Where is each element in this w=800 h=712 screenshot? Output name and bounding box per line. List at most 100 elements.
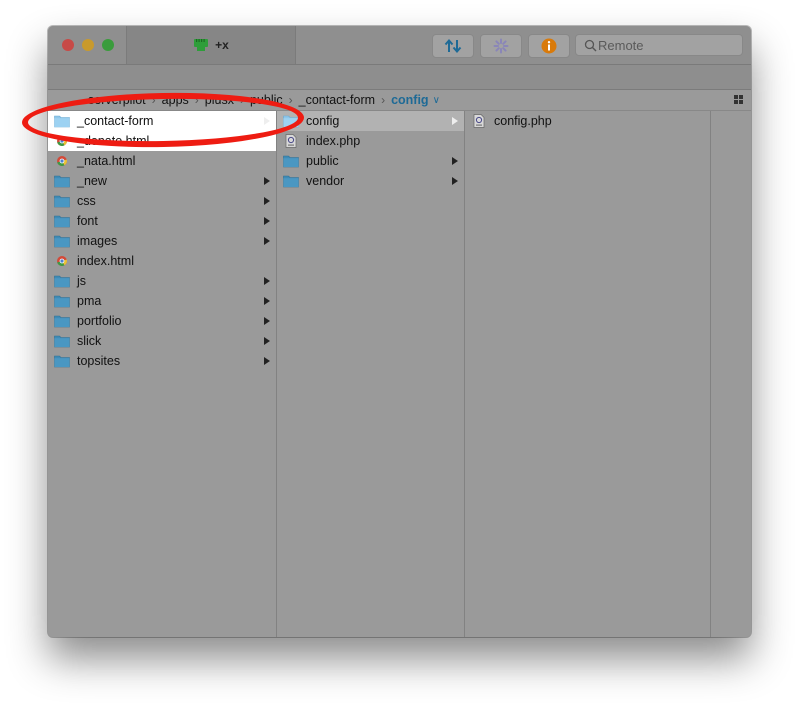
folder-row[interactable]: slick <box>48 331 276 351</box>
folder-row[interactable]: js <box>48 271 276 291</box>
ethernet-plug-icon <box>194 39 209 51</box>
item-name: _new <box>77 174 107 188</box>
item-name: topsites <box>77 354 121 368</box>
folder-row[interactable]: public <box>277 151 464 171</box>
chrome-html-file-icon <box>57 256 68 266</box>
file-row[interactable]: _nata.html <box>48 151 276 171</box>
arrows-up-down-icon <box>444 38 462 54</box>
folder-row[interactable]: _contact-form <box>48 111 276 131</box>
disclosure-arrow-icon <box>264 337 270 345</box>
ftp-client-window: +x Remote serverpilot › apps › plusx › p… <box>48 26 751 637</box>
spinner-icon <box>493 38 509 54</box>
minimize-button[interactable] <box>82 39 94 51</box>
item-name: js <box>77 274 87 288</box>
item-name: _contact-form <box>77 114 154 128</box>
activity-button[interactable] <box>480 34 522 58</box>
item-name: _nata.html <box>77 154 136 168</box>
disclosure-arrow-icon <box>264 237 270 245</box>
folder-row[interactable]: _new <box>48 171 276 191</box>
folder-icon <box>54 215 70 228</box>
folder-icon <box>54 175 70 188</box>
close-button[interactable] <box>62 39 74 51</box>
item-name: public <box>306 154 339 168</box>
breadcrumb-item[interactable]: plusx <box>205 93 234 107</box>
item-name: config <box>306 114 340 128</box>
disclosure-arrow-icon <box>264 297 270 305</box>
chevron-right-icon: › <box>151 93 156 107</box>
disclosure-arrow-icon <box>264 197 270 205</box>
folder-icon <box>54 335 70 348</box>
folder-icon <box>54 355 70 368</box>
folder-row[interactable]: images <box>48 231 276 251</box>
folder-row[interactable]: pma <box>48 291 276 311</box>
folder-icon <box>283 175 299 188</box>
column-1: _contact-form _donate.html _nata.html _n… <box>48 111 277 637</box>
search-icon <box>584 39 597 52</box>
secondary-toolbar <box>48 65 751 90</box>
column-4 <box>711 111 751 637</box>
breadcrumb-item[interactable]: serverpilot <box>88 93 146 107</box>
file-row[interactable]: _donate.html <box>48 131 276 151</box>
disclosure-arrow-icon <box>452 177 458 185</box>
chrome-html-file-icon <box>57 156 68 166</box>
folder-icon <box>54 275 70 288</box>
sync-button[interactable] <box>432 34 474 58</box>
folder-icon <box>283 155 299 168</box>
maximize-button[interactable] <box>102 39 114 51</box>
breadcrumb-current[interactable]: config <box>391 93 429 107</box>
breadcrumb: serverpilot › apps › plusx › public › _c… <box>48 90 751 111</box>
item-name: font <box>77 214 98 228</box>
search-placeholder: Remote <box>598 37 644 53</box>
disclosure-arrow-icon <box>264 217 270 225</box>
disclosure-arrow-icon <box>264 177 270 185</box>
folder-row[interactable]: config <box>277 111 464 131</box>
disclosure-arrow-icon <box>264 277 270 285</box>
folder-icon <box>54 315 70 328</box>
breadcrumb-item[interactable]: public <box>250 93 283 107</box>
item-name: vendor <box>306 174 345 188</box>
folder-row[interactable]: portfolio <box>48 311 276 331</box>
file-row[interactable]: index.php <box>277 131 464 151</box>
item-name: pma <box>77 294 102 308</box>
file-row[interactable]: config.php <box>465 111 710 131</box>
item-name: index.php <box>306 134 361 148</box>
chevron-right-icon: › <box>288 93 293 107</box>
disclosure-arrow-icon <box>264 117 270 125</box>
php-file-icon <box>285 134 297 148</box>
folder-row[interactable]: font <box>48 211 276 231</box>
folder-icon <box>54 295 70 308</box>
folder-icon <box>54 115 70 128</box>
info-icon <box>541 38 557 54</box>
info-button[interactable] <box>528 34 570 58</box>
folder-icon <box>54 195 70 208</box>
item-name: config.php <box>494 114 552 128</box>
chevron-down-icon[interactable]: ∨ <box>433 95 440 106</box>
connection-tab[interactable]: +x <box>126 26 296 64</box>
tab-label: +x <box>215 38 229 52</box>
chrome-html-file-icon <box>57 136 68 146</box>
file-row[interactable]: index.html <box>48 251 276 271</box>
folder-icon <box>54 235 70 248</box>
php-file-icon <box>473 114 485 128</box>
disclosure-arrow-icon <box>264 317 270 325</box>
chevron-right-icon: › <box>381 93 386 107</box>
folder-row[interactable]: topsites <box>48 351 276 371</box>
folder-icon <box>283 115 299 128</box>
chevron-right-icon: › <box>239 93 244 107</box>
disclosure-arrow-icon <box>452 157 458 165</box>
disclosure-arrow-icon <box>264 357 270 365</box>
view-grid-icon[interactable] <box>734 95 743 104</box>
disclosure-arrow-icon <box>452 117 458 125</box>
column-2: config index.php public vendor <box>277 111 465 637</box>
item-name: _donate.html <box>77 134 150 148</box>
breadcrumb-item[interactable]: _contact-form <box>299 93 375 107</box>
item-name: slick <box>77 334 102 348</box>
item-name: images <box>77 234 118 248</box>
chevron-right-icon: › <box>194 93 199 107</box>
remote-search-input[interactable]: Remote <box>575 34 743 56</box>
item-name: index.html <box>77 254 134 268</box>
folder-row[interactable]: css <box>48 191 276 211</box>
folder-row[interactable]: vendor <box>277 171 464 191</box>
breadcrumb-item[interactable]: apps <box>162 93 189 107</box>
item-name: portfolio <box>77 314 122 328</box>
